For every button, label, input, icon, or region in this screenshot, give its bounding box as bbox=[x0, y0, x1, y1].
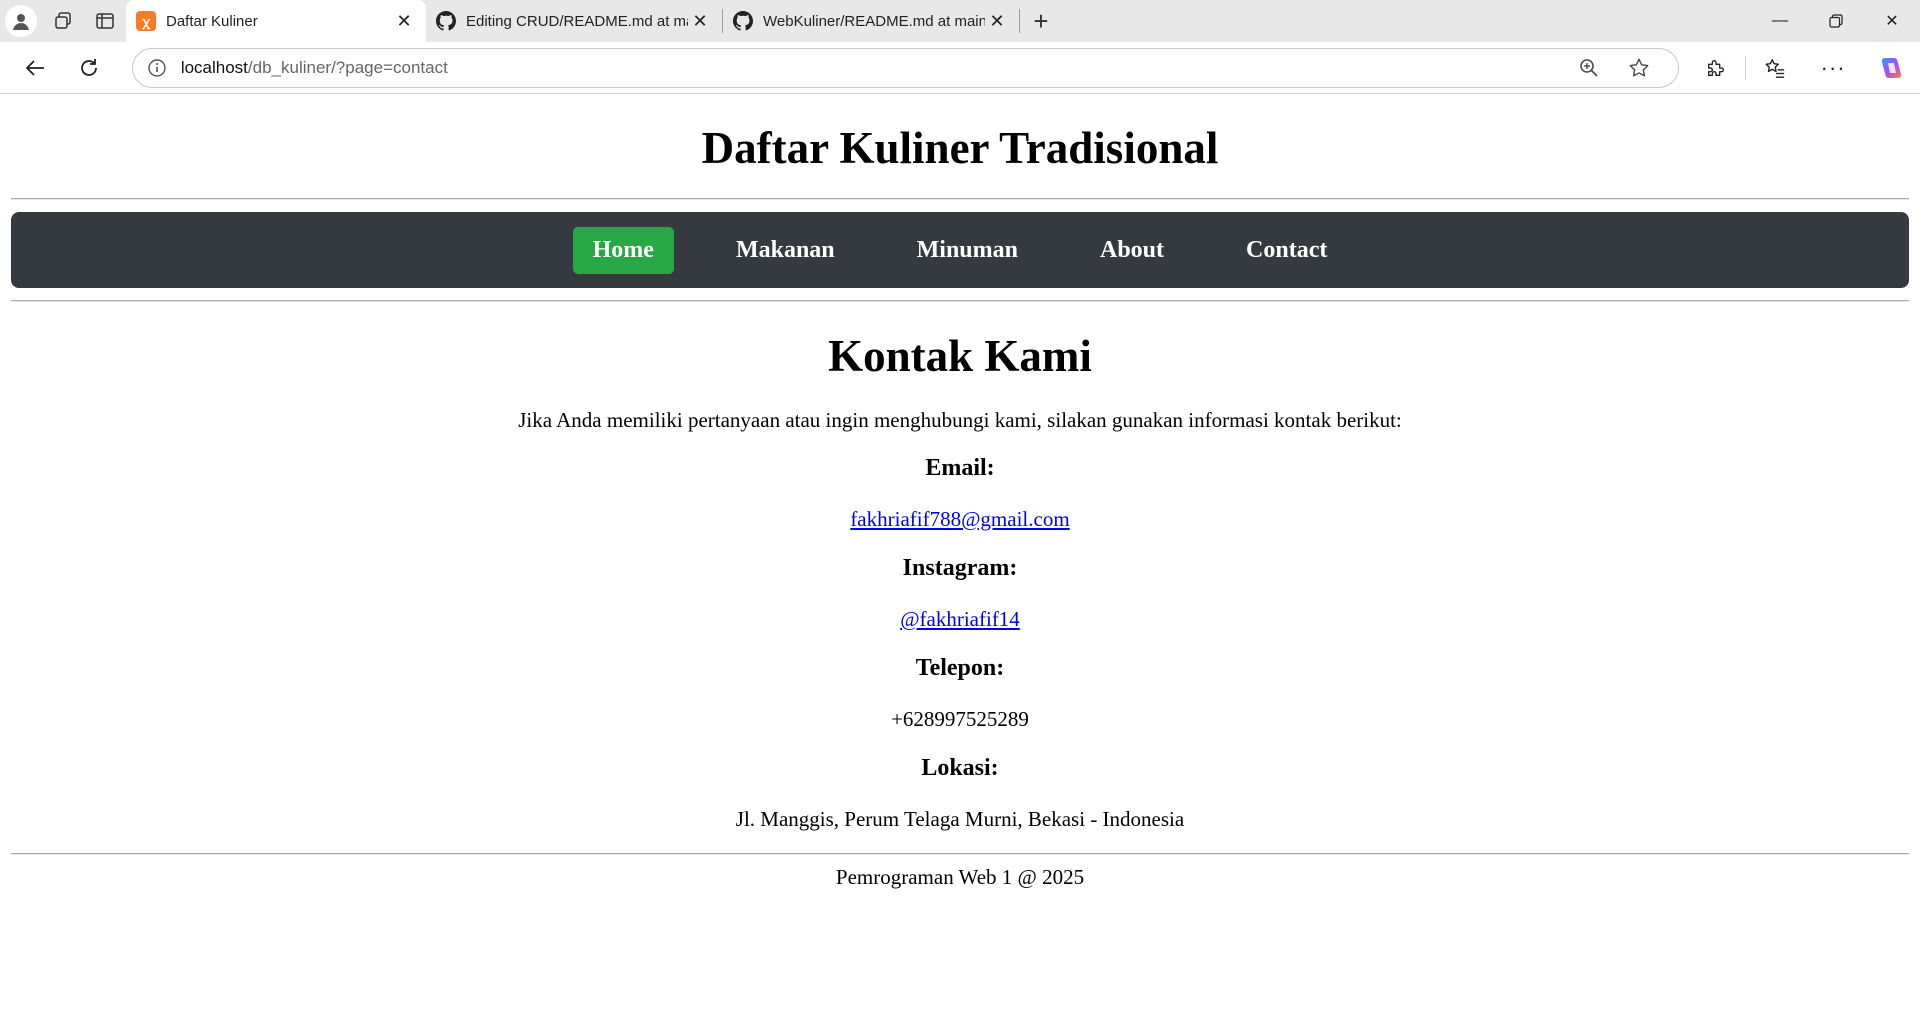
close-tab-icon[interactable]: ✕ bbox=[392, 11, 416, 32]
nav-home[interactable]: Home bbox=[572, 226, 674, 274]
contact-intro: Jika Anda memiliki pertanyaan atau ingin… bbox=[518, 408, 1402, 432]
favorite-button[interactable] bbox=[1614, 57, 1664, 79]
location-label: Lokasi: bbox=[921, 755, 999, 781]
workspaces-button[interactable] bbox=[42, 0, 84, 42]
favorites-list-icon bbox=[1765, 58, 1785, 78]
instagram-link[interactable]: @fakhriafif14 bbox=[900, 607, 1020, 631]
star-icon bbox=[1629, 58, 1649, 76]
divider bbox=[11, 853, 1909, 855]
close-window-button[interactable]: ✕ bbox=[1864, 0, 1920, 42]
copilot-button[interactable] bbox=[1862, 42, 1920, 94]
instagram-label: Instagram: bbox=[902, 555, 1018, 581]
profile-icon bbox=[5, 5, 37, 37]
more-icon: ··· bbox=[1820, 54, 1846, 80]
minimize-button[interactable]: — bbox=[1752, 0, 1808, 42]
puzzle-icon bbox=[1708, 59, 1725, 76]
url-path: /db_kuliner/?page=contact bbox=[247, 57, 448, 77]
tab-title: Daftar Kuliner bbox=[166, 12, 258, 30]
copilot-icon bbox=[1881, 57, 1902, 78]
github-icon bbox=[733, 11, 753, 31]
email-label: Email: bbox=[925, 455, 995, 481]
phone-label: Telepon: bbox=[915, 655, 1005, 681]
back-button[interactable] bbox=[8, 42, 62, 94]
nav-minuman[interactable]: Minuman bbox=[897, 227, 1038, 274]
zoom-icon bbox=[1580, 58, 1598, 77]
web-page: Daftar Kuliner Tradisional Home Makanan … bbox=[0, 94, 1920, 1020]
profile-button[interactable] bbox=[0, 0, 42, 42]
divider bbox=[11, 198, 1909, 200]
back-arrow-icon bbox=[25, 59, 44, 76]
page-heading: Kontak Kami bbox=[828, 331, 1092, 381]
close-icon: ✕ bbox=[1885, 13, 1899, 30]
close-tab-icon[interactable]: ✕ bbox=[985, 11, 1009, 32]
divider bbox=[11, 300, 1909, 302]
reload-button[interactable] bbox=[62, 42, 116, 94]
site-info-icon[interactable] bbox=[147, 58, 167, 78]
phone-value: +628997525289 bbox=[891, 707, 1029, 731]
extensions-button[interactable] bbox=[1687, 42, 1745, 94]
restore-icon bbox=[1829, 14, 1843, 28]
site-title: Daftar Kuliner Tradisional bbox=[701, 123, 1219, 173]
new-tab-button[interactable]: + bbox=[1020, 0, 1062, 42]
settings-menu-button[interactable]: ··· bbox=[1804, 42, 1862, 94]
tab-editing-readme[interactable]: Editing CRUD/README.md at main ✕ bbox=[426, 0, 722, 42]
location-value: Jl. Manggis, Perum Telaga Murni, Bekasi … bbox=[735, 807, 1185, 831]
window-controls: — ✕ bbox=[1752, 0, 1920, 42]
favorites-button[interactable] bbox=[1746, 42, 1804, 94]
tab-daftar-kuliner[interactable]: ꭓ Daftar Kuliner ✕ bbox=[126, 0, 426, 42]
xampp-icon: ꭓ bbox=[136, 11, 156, 31]
url-host: localhost bbox=[180, 57, 248, 77]
address-toolbar: localhost/db_kuliner/?page=contact ··· bbox=[0, 42, 1920, 94]
workspaces-icon bbox=[55, 12, 71, 29]
tab-webkuliner-readme[interactable]: WebKuliner/README.md at main ✕ bbox=[723, 0, 1019, 42]
nav-contact[interactable]: Contact bbox=[1226, 227, 1347, 274]
url-text[interactable]: localhost/db_kuliner/?page=contact bbox=[181, 58, 1565, 78]
tab-title: WebKuliner/README.md at main bbox=[763, 12, 985, 30]
restore-button[interactable] bbox=[1808, 0, 1864, 42]
email-link[interactable]: fakhriafif788@gmail.com bbox=[850, 507, 1069, 531]
close-tab-icon[interactable]: ✕ bbox=[688, 11, 712, 32]
address-bar[interactable]: localhost/db_kuliner/?page=contact bbox=[131, 47, 1680, 88]
tab-actions-icon bbox=[96, 13, 114, 29]
vertical-tabs-button[interactable] bbox=[84, 0, 126, 42]
tab-strip: ꭓ Daftar Kuliner ✕ Editing CRUD/README.m… bbox=[0, 0, 1920, 42]
github-icon bbox=[436, 11, 456, 31]
reload-icon bbox=[80, 58, 97, 76]
nav-about[interactable]: About bbox=[1080, 227, 1184, 274]
main-navbar: Home Makanan Minuman About Contact bbox=[11, 212, 1909, 288]
page-footer: Pemrograman Web 1 @ 2025 bbox=[835, 865, 1085, 889]
plus-icon: + bbox=[1033, 5, 1049, 36]
zoom-button[interactable] bbox=[1564, 58, 1614, 78]
minimize-icon: — bbox=[1772, 12, 1788, 29]
contact-section: Kontak Kami Jika Anda memiliki pertanyaa… bbox=[0, 330, 1920, 833]
tab-title: Editing CRUD/README.md at main bbox=[466, 12, 688, 30]
nav-makanan[interactable]: Makanan bbox=[716, 227, 855, 274]
